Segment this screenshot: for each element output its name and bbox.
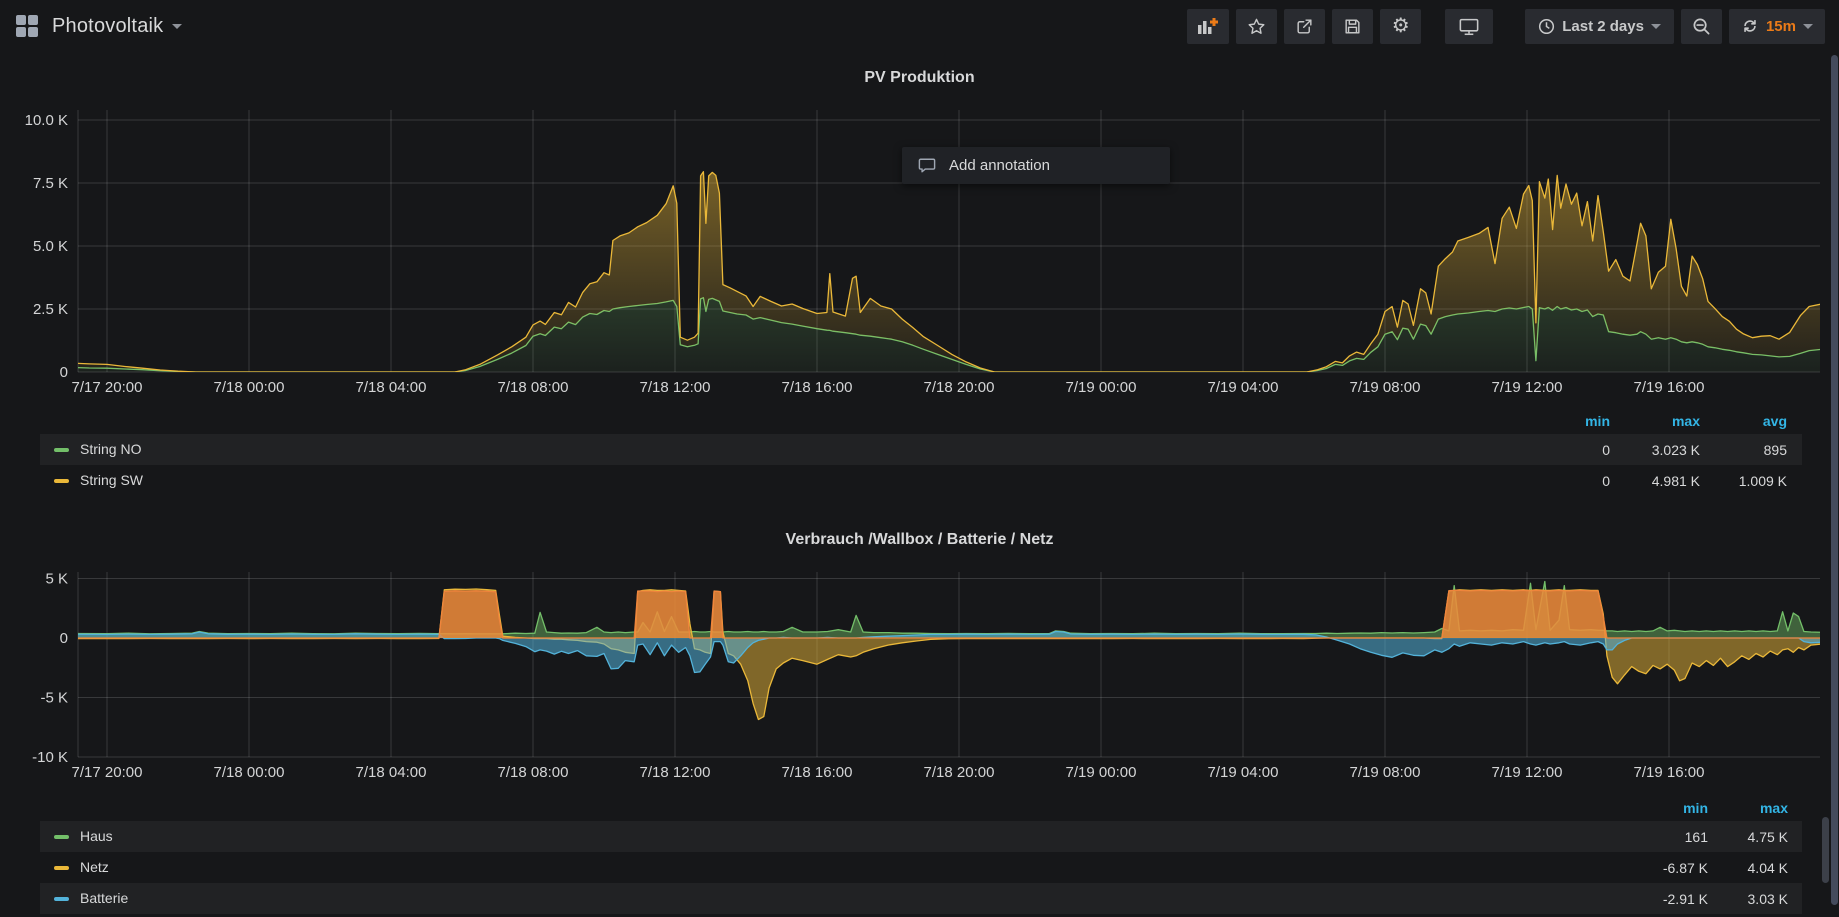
chevron-down-icon bbox=[1803, 24, 1813, 29]
time-range-label: Last 2 days bbox=[1562, 18, 1644, 35]
add-annotation-menu-item[interactable]: Add annotation bbox=[902, 147, 1170, 184]
add-annotation-label: Add annotation bbox=[949, 157, 1050, 174]
svg-text:10.0 K: 10.0 K bbox=[25, 112, 68, 129]
svg-text:7/19 16:00: 7/19 16:00 bbox=[1634, 379, 1705, 396]
window-scrollbar-thumb[interactable] bbox=[1831, 55, 1838, 905]
series-swatch-icon[interactable] bbox=[54, 897, 69, 901]
navbar: Photovoltaik bbox=[0, 0, 1839, 52]
refresh-picker[interactable]: 15m bbox=[1729, 9, 1825, 44]
legend-value-max: 4.04 K bbox=[1678, 860, 1788, 876]
plot-area[interactable] bbox=[75, 582, 1822, 720]
chevron-down-icon bbox=[1651, 24, 1661, 29]
legend-column-max[interactable]: max bbox=[1678, 800, 1788, 816]
svg-text:7/19 00:00: 7/19 00:00 bbox=[1066, 764, 1137, 781]
series-label[interactable]: String NO bbox=[80, 441, 141, 457]
svg-text:7/18 04:00: 7/18 04:00 bbox=[356, 764, 427, 781]
series-label[interactable]: String SW bbox=[80, 472, 143, 488]
series-swatch-icon[interactable] bbox=[54, 479, 69, 483]
svg-text:7/18 00:00: 7/18 00:00 bbox=[214, 379, 285, 396]
svg-text:7/18 16:00: 7/18 16:00 bbox=[782, 379, 853, 396]
zoom-out-button[interactable] bbox=[1681, 9, 1722, 44]
time-range-picker[interactable]: Last 2 days bbox=[1525, 9, 1674, 44]
panel-title-verbrauch[interactable]: Verbrauch /Wallbox / Batterie / Netz bbox=[0, 531, 1839, 549]
series-swatch-icon[interactable] bbox=[54, 835, 69, 839]
svg-text:7/19 04:00: 7/19 04:00 bbox=[1208, 764, 1279, 781]
star-button[interactable] bbox=[1236, 9, 1277, 44]
svg-text:0: 0 bbox=[60, 364, 68, 381]
zoom-out-icon bbox=[1692, 17, 1711, 36]
svg-text:-5 K: -5 K bbox=[40, 690, 68, 707]
save-button[interactable] bbox=[1332, 9, 1373, 44]
monitor-icon bbox=[1458, 17, 1480, 36]
svg-text:7/18 12:00: 7/18 12:00 bbox=[640, 379, 711, 396]
svg-text:7/19 08:00: 7/19 08:00 bbox=[1350, 379, 1421, 396]
svg-text:2.5 K: 2.5 K bbox=[33, 301, 68, 318]
gear-icon: ⚙ bbox=[1392, 16, 1410, 36]
save-icon bbox=[1343, 17, 1362, 36]
svg-text:7/18 12:00: 7/18 12:00 bbox=[640, 764, 711, 781]
clock-icon bbox=[1538, 18, 1555, 35]
legend-row-String NO: String NO03.023 K895 bbox=[40, 434, 1802, 465]
dashboard-scrollbar-thumb[interactable] bbox=[1822, 817, 1829, 883]
refresh-icon bbox=[1741, 17, 1759, 35]
svg-text:7/18 20:00: 7/18 20:00 bbox=[924, 764, 995, 781]
svg-text:7/18 08:00: 7/18 08:00 bbox=[498, 379, 569, 396]
svg-text:7/17 20:00: 7/17 20:00 bbox=[72, 379, 143, 396]
legend-value-max: 4.75 K bbox=[1678, 829, 1788, 845]
svg-text:-10 K: -10 K bbox=[32, 749, 68, 766]
legend-row-Batterie: Batterie-2.91 K3.03 K bbox=[40, 883, 1802, 914]
pv-produktion-legend: minmaxavgString NO03.023 K895String SW04… bbox=[40, 408, 1802, 496]
series-label[interactable]: Batterie bbox=[80, 890, 128, 906]
svg-text:7/19 12:00: 7/19 12:00 bbox=[1492, 379, 1563, 396]
legend-column-avg[interactable]: avg bbox=[1677, 413, 1787, 429]
share-icon bbox=[1295, 17, 1314, 36]
settings-button[interactable]: ⚙ bbox=[1380, 9, 1421, 44]
plot-area[interactable] bbox=[75, 172, 1822, 372]
star-icon bbox=[1247, 17, 1266, 36]
share-button[interactable] bbox=[1284, 9, 1325, 44]
svg-text:7/18 00:00: 7/18 00:00 bbox=[214, 764, 285, 781]
series-swatch-icon[interactable] bbox=[54, 448, 69, 452]
svg-text:0: 0 bbox=[60, 630, 68, 647]
verbrauch-chart[interactable]: 7/17 20:00 7/18 00:00 7/18 04:00 7/18 08:00… bbox=[0, 562, 1839, 790]
verbrauch-legend: minmaxHaus1614.75 KNetz-6.87 K4.04 KBatt… bbox=[40, 795, 1802, 914]
grafana-dashboard: Photovoltaik bbox=[0, 0, 1839, 917]
svg-text:7/19 08:00: 7/19 08:00 bbox=[1350, 764, 1421, 781]
series-area-Wallbox bbox=[75, 590, 1822, 638]
legend-row-Netz: Netz-6.87 K4.04 K bbox=[40, 852, 1802, 883]
svg-text:5 K: 5 K bbox=[45, 571, 68, 588]
add-panel-icon bbox=[1197, 17, 1219, 35]
legend-row-Haus: Haus1614.75 K bbox=[40, 821, 1802, 852]
add-panel-button[interactable] bbox=[1187, 9, 1229, 44]
dashboard-title-dropdown[interactable]: Photovoltaik bbox=[52, 15, 182, 38]
svg-text:7/19 00:00: 7/19 00:00 bbox=[1066, 379, 1137, 396]
legend-value-avg: 1.009 K bbox=[1677, 473, 1787, 489]
series-swatch-icon[interactable] bbox=[54, 866, 69, 870]
chevron-down-icon bbox=[172, 24, 182, 29]
series-label[interactable]: Netz bbox=[80, 859, 109, 875]
apps-grid-icon[interactable] bbox=[14, 13, 40, 39]
svg-text:7/18 04:00: 7/18 04:00 bbox=[356, 379, 427, 396]
dashboard-title: Photovoltaik bbox=[52, 15, 163, 38]
pv-produktion-chart[interactable]: 7/17 20:00 7/18 00:00 7/18 04:00 7/18 08:00… bbox=[0, 96, 1839, 396]
svg-text:7.5 K: 7.5 K bbox=[33, 175, 68, 192]
legend-value-max: 3.03 K bbox=[1678, 891, 1788, 907]
comment-bubble-icon bbox=[918, 157, 936, 174]
legend-header: minmax bbox=[40, 795, 1802, 821]
tv-mode-button[interactable] bbox=[1445, 9, 1493, 44]
panel-title-pv-produktion[interactable]: PV Produktion bbox=[0, 69, 1839, 87]
svg-text:7/19 12:00: 7/19 12:00 bbox=[1492, 764, 1563, 781]
legend-value-avg: 895 bbox=[1677, 442, 1787, 458]
svg-text:7/19 04:00: 7/19 04:00 bbox=[1208, 379, 1279, 396]
svg-text:7/17 20:00: 7/17 20:00 bbox=[72, 764, 143, 781]
legend-header: minmaxavg bbox=[40, 408, 1802, 434]
svg-text:5.0 K: 5.0 K bbox=[33, 238, 68, 255]
series-label[interactable]: Haus bbox=[80, 828, 113, 844]
svg-text:7/18 16:00: 7/18 16:00 bbox=[782, 764, 853, 781]
refresh-interval-label: 15m bbox=[1766, 18, 1796, 35]
legend-row-String SW: String SW04.981 K1.009 K bbox=[40, 465, 1802, 496]
svg-text:7/18 20:00: 7/18 20:00 bbox=[924, 379, 995, 396]
svg-text:7/18 08:00: 7/18 08:00 bbox=[498, 764, 569, 781]
svg-text:7/19 16:00: 7/19 16:00 bbox=[1634, 764, 1705, 781]
